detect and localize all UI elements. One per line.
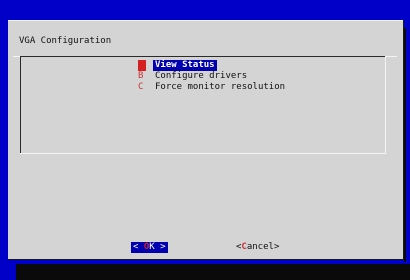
menu-item-label: Force monitor resolution [155, 82, 286, 92]
menu-item-label: Configure drivers [155, 71, 248, 81]
menu-item-configure-drivers[interactable]: B Configure drivers [138, 71, 285, 82]
vga-configuration-dialog: VGA Configuration A View Status B Config… [8, 20, 404, 260]
dialog-shadow [404, 28, 406, 262]
ok-button-left: < [133, 242, 144, 252]
dialog-title: VGA Configuration [19, 36, 112, 46]
menu-item-label: View Status [153, 60, 217, 71]
menu-list-border-bottom [20, 153, 386, 154]
ok-button[interactable]: < OK > [131, 242, 168, 253]
menu-item-tag: C [138, 82, 144, 92]
dialog-border-top [8, 20, 404, 21]
cancel-button-rest: ancel [246, 242, 274, 252]
menu-item-tag: A [138, 60, 146, 71]
dialog-border-right [403, 20, 404, 260]
menu-list: A View Status B Configure drivers C Forc… [138, 60, 285, 93]
bottom-bar-corner [0, 264, 16, 280]
menu-item-force-monitor-resolution[interactable]: C Force monitor resolution [138, 82, 285, 93]
menu-item-view-status[interactable]: A View Status [138, 60, 285, 71]
ok-button-right: > [154, 242, 166, 252]
menu-item-tag: B [138, 71, 144, 81]
menu-list-scroll-mark [20, 123, 21, 133]
bottom-bar [0, 264, 410, 280]
cancel-button[interactable]: <Cancel> [236, 242, 279, 253]
cancel-button-right: > [273, 242, 280, 252]
dialog-border-bottom [8, 259, 404, 260]
menu-list-border-right [385, 56, 386, 154]
